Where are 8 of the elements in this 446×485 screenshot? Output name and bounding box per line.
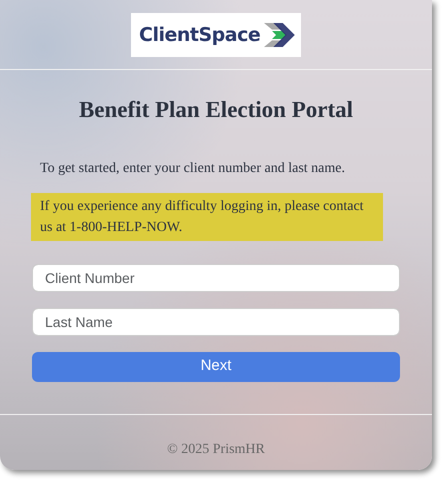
instruction-text: To get started, enter your client number and last name.: [40, 160, 346, 178]
last-name-field[interactable]: Last Name: [32, 308, 400, 336]
logo: ClientSpace: [131, 13, 301, 57]
contact-notice: If you experience any difficulty logging in, please contact us at 1-800-HELP-NOW.: [31, 192, 383, 241]
next-button[interactable]: Next: [32, 352, 400, 382]
page-title: Benefit Plan Election Portal: [78, 96, 354, 124]
copyright-text: © 2025 PrismHR: [166, 440, 266, 459]
client-number-field[interactable]: Client Number: [32, 264, 400, 292]
